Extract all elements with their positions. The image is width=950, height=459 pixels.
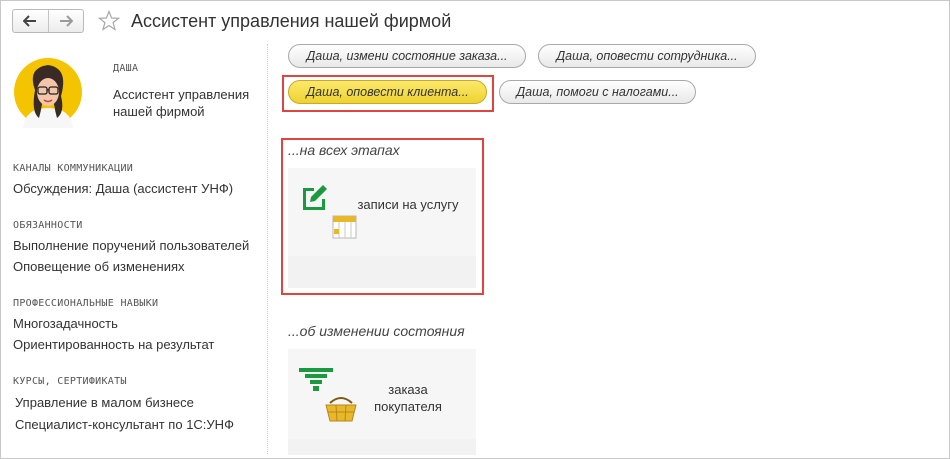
course-item: Управление в малом бизнесе [15,395,194,410]
star-outline-icon[interactable] [97,9,121,33]
quick-action-notify-client[interactable]: Даша, оповести клиента... [288,80,487,104]
arrow-right-icon [59,15,73,27]
section-title-state-change: ...об изменении состояния [288,323,465,339]
quick-action-tax-help[interactable]: Даша, помоги с налогами... [499,80,696,104]
avatar [14,58,82,128]
duty-item: Оповещение об изменениях [13,259,185,274]
agent-role: Ассистент управления нашей фирмой [113,87,250,119]
agent-name: ДАША [113,63,139,74]
card-label: заказа покупателя [374,382,442,414]
section-heading-courses: КУРСЫ, СЕРТИФИКАТЫ [13,376,127,387]
page-title: Ассистент управления нашей фирмой [131,11,452,31]
calendar-icon [332,215,357,239]
section-heading-skills: ПРОФЕССИОНАЛЬНЫЕ НАВЫКИ [13,298,159,309]
channel-link[interactable]: Обсуждения: Даша (ассистент УНФ) [13,181,233,196]
funnel-icon [299,368,333,391]
section-heading-channels: КАНАЛЫ КОММУНИКАЦИИ [13,163,134,174]
skill-item: Многозадачность [13,316,118,331]
card-label: записи на услугу [357,197,459,212]
quick-action-change-order-status[interactable]: Даша, измени состояние заказа... [288,44,526,68]
arrow-left-icon [23,15,37,27]
edit-icon [303,185,327,210]
duty-item: Выполнение поручений пользователей [13,238,250,253]
forward-button[interactable] [47,10,84,32]
skill-item: Ориентированность на результат [13,337,215,352]
sidebar-divider [267,44,268,454]
window-header: Ассистент управления нашей фирмой [0,0,950,42]
notification-card-customer-order[interactable]: заказа покупателя [288,349,476,455]
navigation-buttons [12,9,84,33]
back-button[interactable] [13,10,48,32]
quick-action-notify-employee[interactable]: Даша, оповести сотрудника... [538,44,756,68]
section-heading-duties: ОБЯЗАННОСТИ [13,220,83,231]
section-title-all-stages: ...на всех этапах [288,142,400,158]
course-item: Специалист-консультант по 1С:УНФ [15,417,234,432]
notification-card-service-records[interactable]: записи на услугу [288,168,476,288]
